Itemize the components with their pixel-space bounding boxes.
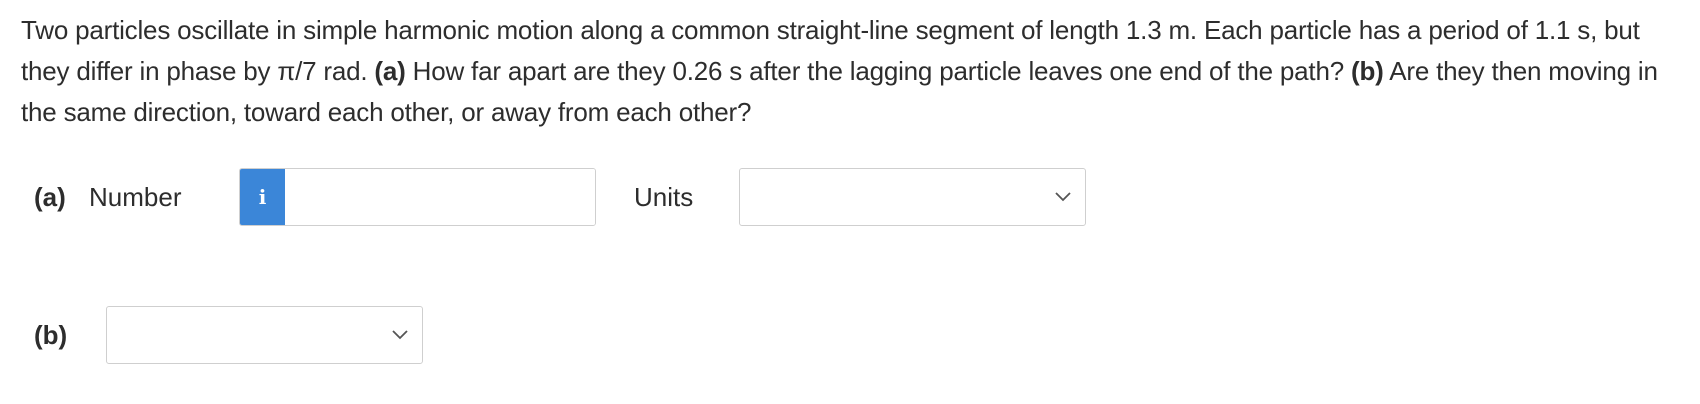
question-part-b-tag: (b) — [1351, 56, 1384, 86]
number-input-group: i — [239, 168, 596, 226]
units-label: Units — [634, 182, 694, 212]
part-a-label: (a) — [34, 182, 66, 212]
direction-select[interactable] — [106, 306, 423, 364]
answer-row-a: (a) Number i Units — [34, 168, 1334, 228]
number-label: Number — [89, 182, 182, 212]
chevron-down-icon — [1055, 192, 1071, 202]
number-input[interactable] — [285, 169, 595, 225]
part-b-label: (b) — [34, 320, 68, 350]
units-select[interactable] — [739, 168, 1086, 226]
question-part-a-tag: (a) — [374, 56, 406, 86]
question-text: Two particles oscillate in simple harmon… — [21, 10, 1681, 133]
info-icon[interactable]: i — [240, 169, 285, 225]
chevron-down-icon — [392, 330, 408, 340]
question-part-a-text: How far apart are they 0.26 s after the … — [405, 56, 1352, 86]
